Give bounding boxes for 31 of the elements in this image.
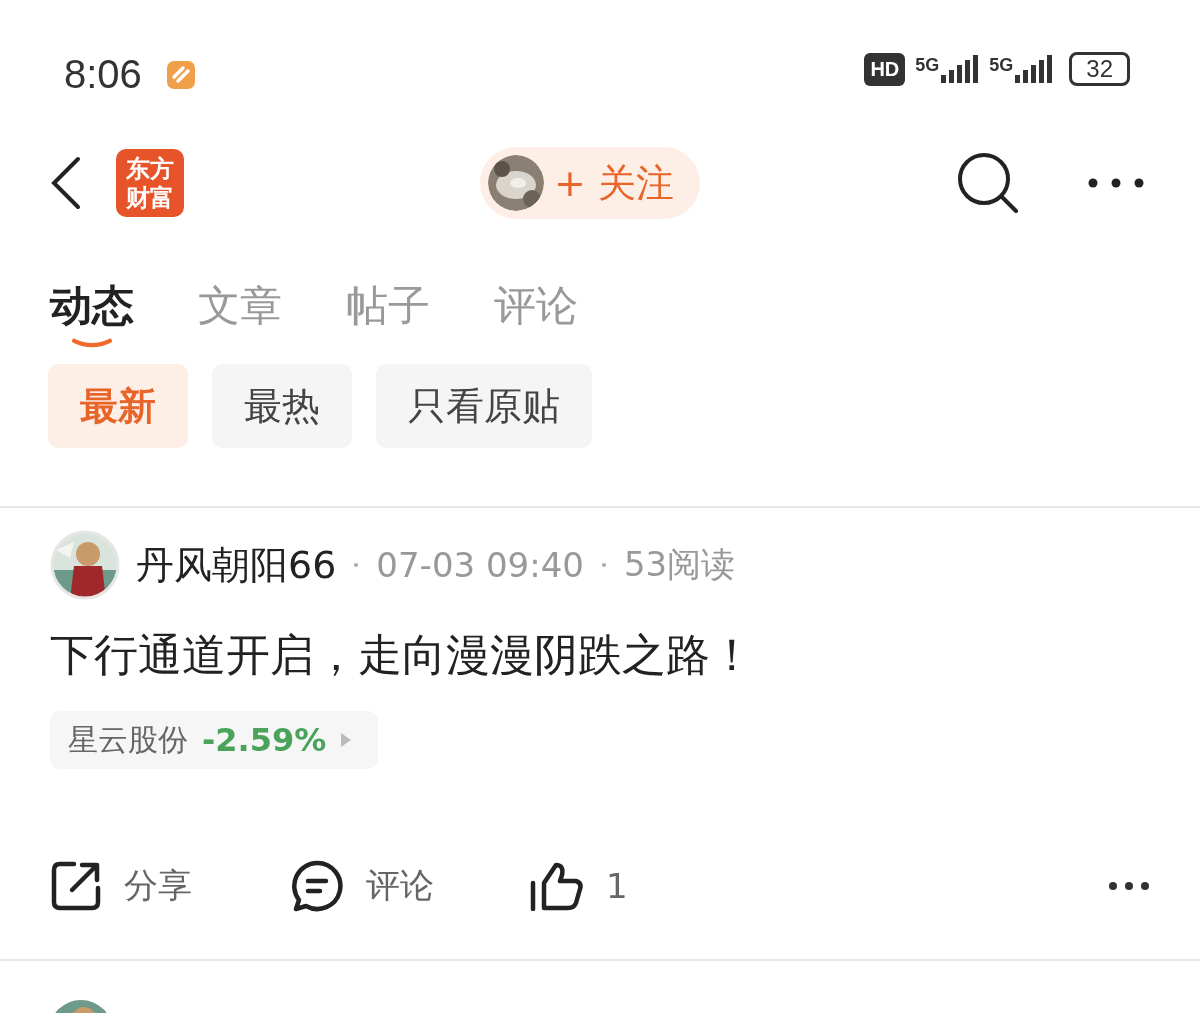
filter-chip[interactable]: 只看原贴 [376,364,592,448]
author-name[interactable]: 丹风朝阳66 [136,539,337,591]
signal-icon [1013,55,1054,83]
stock-tag[interactable]: 星云股份 -2.59% [50,711,379,769]
app-notification-icon [165,59,196,90]
comment-label[interactable]: 评论 [366,863,434,909]
filter-chip[interactable]: 最热 [212,364,352,448]
network-label: 5G [915,55,940,76]
more-icon[interactable] [1108,881,1150,891]
search-icon[interactable] [956,151,1020,215]
separator-dot [601,563,606,567]
post-title[interactable]: 下行通道开启，走向漫漫阴跌之路！ [50,626,1150,685]
separator-dot [354,563,359,567]
battery-indicator: 32 [1069,52,1130,86]
play-arrow-icon [340,732,353,748]
tab[interactable]: 动态 [50,278,134,334]
post-time: 07-03 09:40 [376,545,584,585]
filter-chip[interactable]: 最新 [48,364,188,448]
thumbs-up-icon[interactable] [530,861,584,911]
read-count: 53阅读 [623,543,736,586]
hd-badge: HD [864,52,906,86]
more-icon[interactable] [1088,178,1144,188]
comment-icon[interactable] [290,859,344,913]
status-time: 8:06 [64,52,142,97]
network-label: 5G [989,55,1014,76]
like-count: 1 [606,866,628,906]
signal-icon [939,55,980,83]
share-label[interactable]: 分享 [124,863,192,909]
app-logo: 东方 财富 [116,149,184,217]
follow-button[interactable]: + 关注 [480,147,700,219]
share-icon[interactable] [50,860,102,912]
